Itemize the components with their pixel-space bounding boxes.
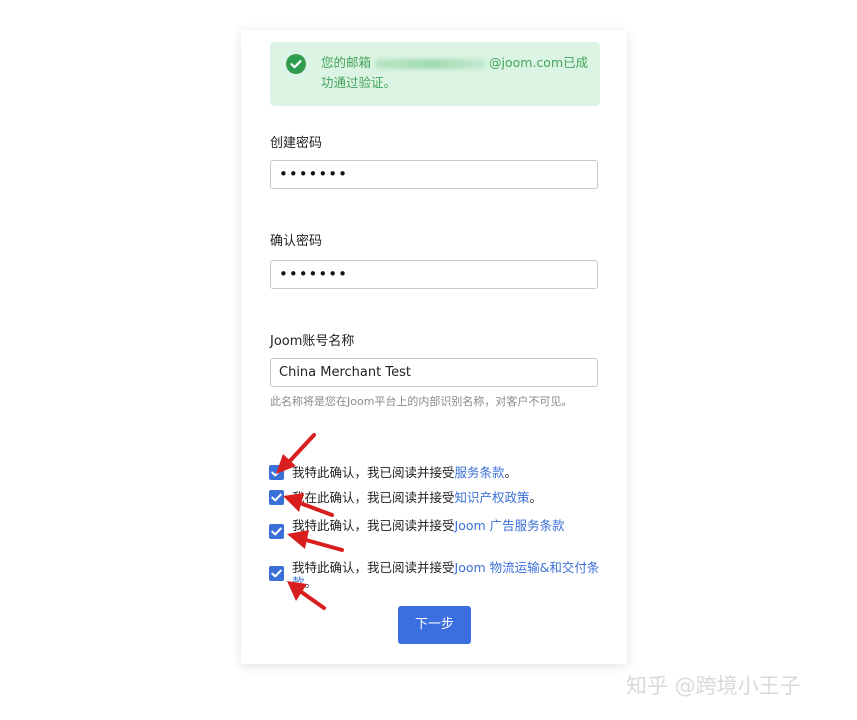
- terms-period: 。: [504, 465, 518, 480]
- verification-success-alert: 您的邮箱 @joom.com已成功通过验证。: [270, 42, 600, 106]
- logistics-terms-checkbox[interactable]: [269, 566, 284, 581]
- account-name-value: China Merchant Test: [279, 365, 411, 380]
- create-password-value: •••••••: [279, 165, 348, 183]
- alert-prefix: 您的邮箱: [321, 55, 372, 70]
- red-arrow-icon: [287, 530, 344, 552]
- ads-terms-link[interactable]: Joom 广告服务条款: [455, 518, 565, 533]
- account-name-input[interactable]: China Merchant Test: [270, 358, 598, 387]
- create-password-label: 创建密码: [270, 136, 323, 151]
- confirm-password-label: 确认密码: [270, 234, 323, 249]
- account-name-label: Joom账号名称: [270, 334, 355, 349]
- ip-policy-link[interactable]: 知识产权政策: [455, 490, 530, 505]
- check-circle-icon: [286, 54, 306, 74]
- red-arrow-icon: [276, 433, 316, 474]
- ads-terms-checkbox[interactable]: [269, 524, 284, 539]
- confirm-password-value: •••••••: [279, 265, 348, 283]
- confirm-password-input[interactable]: •••••••: [270, 260, 598, 289]
- registration-card: 您的邮箱 @joom.com已成功通过验证。 创建密码 ••••••• 确认密码 …: [241, 30, 627, 664]
- ip-policy-period: 。: [529, 490, 543, 505]
- logistics-terms-text: 我特此确认，我已阅读并接受: [292, 560, 455, 575]
- red-arrow-icon: [287, 581, 326, 610]
- red-arrow-icon: [283, 493, 334, 517]
- terms-link[interactable]: 服务条款: [455, 465, 505, 480]
- redacted-email: [375, 58, 488, 69]
- account-name-hint: 此名称将是您在Joom平台上的内部识别名称，对客户不可见。: [270, 395, 573, 408]
- create-password-input[interactable]: •••••••: [270, 160, 598, 189]
- watermark: 知乎 @跨境小王子: [626, 674, 801, 698]
- next-button[interactable]: 下一步: [398, 606, 471, 644]
- alert-message: 您的邮箱 @joom.com已成功通过验证。: [321, 53, 589, 93]
